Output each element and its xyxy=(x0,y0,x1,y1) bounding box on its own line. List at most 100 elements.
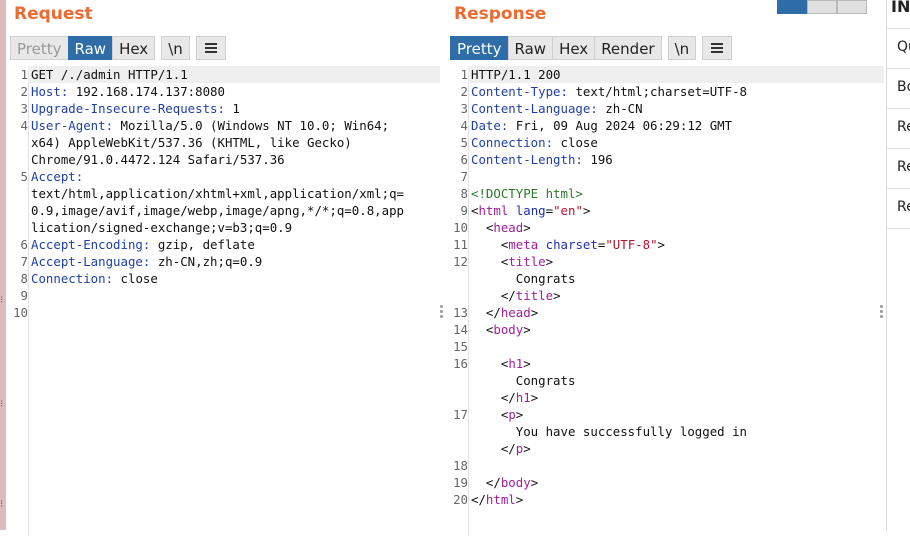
tab-hex[interactable]: Hex xyxy=(112,36,156,60)
header-name: Accept-Language: xyxy=(31,254,151,269)
tab-pretty[interactable]: Pretty xyxy=(10,36,68,60)
response-editor[interactable]: 1 HTTP/1.1 200 2 Content-Type: text/html;ch… xyxy=(446,66,884,508)
code-line: Congrats xyxy=(446,372,884,389)
line-text xyxy=(468,168,471,185)
divider xyxy=(887,108,910,109)
line-number: 7 xyxy=(460,169,468,184)
header-value: 1 xyxy=(224,101,240,116)
header-name: Upgrade-Insecure-Requests: xyxy=(31,101,225,116)
tab-render[interactable]: Render xyxy=(594,36,662,60)
line-text: <head> xyxy=(471,220,531,235)
line-text: Date: Fri, 09 Aug 2024 06:29:12 GMT xyxy=(471,118,733,133)
response-panel: Response Pretty Raw Hex Render \n 1 HTTP/… xyxy=(446,0,884,536)
line-text: <meta charset="UTF-8"> xyxy=(471,237,665,252)
inspector-item-request[interactable]: Re xyxy=(897,119,910,135)
line-text: <p> xyxy=(471,407,524,422)
tab-raw[interactable]: Raw xyxy=(67,36,113,60)
code-line: 6 Accept-Encoding: gzip, deflate xyxy=(6,236,440,253)
code-line: </h1> xyxy=(446,389,884,406)
divider xyxy=(887,68,910,69)
code-line: You have successfully logged in xyxy=(446,423,884,440)
code-line: 7 Accept-Language: zh-CN,zh;q=0.9 xyxy=(6,253,440,270)
newline-toggle-button[interactable]: \n xyxy=(667,36,697,60)
tab-raw[interactable]: Raw xyxy=(507,36,553,60)
line-text: Congrats xyxy=(471,271,576,286)
line-number: 1 xyxy=(460,67,468,82)
line-number: 8 xyxy=(20,271,28,286)
newline-toggle-button[interactable]: \n xyxy=(161,36,190,60)
line-number: 8 xyxy=(460,186,468,201)
line-text: You have successfully logged in xyxy=(471,424,748,439)
line-number: 15 xyxy=(453,339,468,354)
code-line: 9 xyxy=(6,287,440,304)
header-name: Accept: xyxy=(31,169,84,184)
line-text: Content-Length: 196 xyxy=(471,152,613,167)
line-number xyxy=(446,372,468,389)
line-number xyxy=(6,202,28,219)
header-value: 0.9,image/avif,image/webp,image/apng,*/*… xyxy=(31,203,404,218)
line-text: </head> xyxy=(471,305,539,320)
divider xyxy=(887,148,910,149)
code-line: 15 xyxy=(446,338,884,355)
layout-horizontal-icon[interactable] xyxy=(807,0,837,14)
code-line: 16 <h1> xyxy=(446,355,884,372)
line-number: 10 xyxy=(453,220,468,235)
line-number: 14 xyxy=(453,322,468,337)
tab-hex[interactable]: Hex xyxy=(552,36,595,60)
line-number: 4 xyxy=(460,118,468,133)
pane-splitter-handle[interactable] xyxy=(880,305,884,323)
code-line: 4 Date: Fri, 09 Aug 2024 06:29:12 GMT xyxy=(446,117,884,134)
code-line: 17 <p> xyxy=(446,406,884,423)
inspector-item-request[interactable]: Re xyxy=(897,159,910,175)
line-text: Content-Language: zh-CN xyxy=(471,101,643,116)
layout-single-icon[interactable] xyxy=(837,0,867,14)
line-number: 9 xyxy=(460,203,468,218)
line-number: 2 xyxy=(460,84,468,99)
inspector-item-body[interactable]: Bo xyxy=(897,79,910,95)
menu-icon[interactable] xyxy=(195,36,226,60)
line-number xyxy=(6,134,28,151)
header-value: lication/signed-exchange;v=b3;q=0.9 xyxy=(31,220,293,235)
request-editor[interactable]: 1 GET /./admin HTTP/1.1 2 Host: 192.168.174… xyxy=(6,66,440,321)
response-view-tabs: Pretty Raw Hex Render \n xyxy=(450,36,733,60)
tab-pretty[interactable]: Pretty xyxy=(450,36,508,60)
code-line: 20 </html> xyxy=(446,491,884,508)
header-value: GET /./admin HTTP/1.1 xyxy=(31,67,188,82)
line-number: 11 xyxy=(453,237,468,252)
code-line: 12 <title> xyxy=(446,253,884,270)
divider xyxy=(887,228,910,229)
header-name: Host: xyxy=(31,84,69,99)
line-text: </html> xyxy=(471,492,524,507)
line-text: Host: 192.168.174.137:8080 xyxy=(28,83,225,100)
line-text: Congrats xyxy=(471,373,576,388)
response-title: Response xyxy=(454,4,547,24)
code-line: 10 xyxy=(6,304,440,321)
line-number: 1 xyxy=(20,67,28,82)
line-text: Connection: close xyxy=(28,270,158,287)
pane-splitter-handle[interactable] xyxy=(440,305,444,323)
inspector-item-query[interactable]: Qu xyxy=(897,39,910,55)
line-number: 3 xyxy=(460,101,468,116)
code-line: lication/signed-exchange;v=b3;q=0.9 xyxy=(6,219,440,236)
line-number xyxy=(6,185,28,202)
code-line: 10 <head> xyxy=(446,219,884,236)
line-number: 12 xyxy=(453,254,468,269)
line-text: Upgrade-Insecure-Requests: 1 xyxy=(28,100,240,117)
code-line: 19 </body> xyxy=(446,474,884,491)
code-line: </title> xyxy=(446,287,884,304)
code-line: 11 <meta charset="UTF-8"> xyxy=(446,236,884,253)
line-number xyxy=(446,423,468,440)
code-line: 4 User-Agent: Mozilla/5.0 (Windows NT 10.… xyxy=(6,117,440,134)
inspector-panel: IN Qu Bo Re Re Re xyxy=(886,0,910,530)
line-number: 16 xyxy=(453,356,468,371)
line-number: 3 xyxy=(20,101,28,116)
line-text xyxy=(468,457,471,474)
line-text: Connection: close xyxy=(471,135,598,150)
layout-split-icon[interactable] xyxy=(777,0,807,14)
code-line: Congrats xyxy=(446,270,884,287)
menu-icon[interactable] xyxy=(702,36,733,60)
line-text: </h1> xyxy=(471,390,539,405)
code-line: text/html,application/xhtml+xml,applicat… xyxy=(6,185,440,202)
divider xyxy=(887,188,910,189)
inspector-item-response[interactable]: Re xyxy=(897,199,910,215)
